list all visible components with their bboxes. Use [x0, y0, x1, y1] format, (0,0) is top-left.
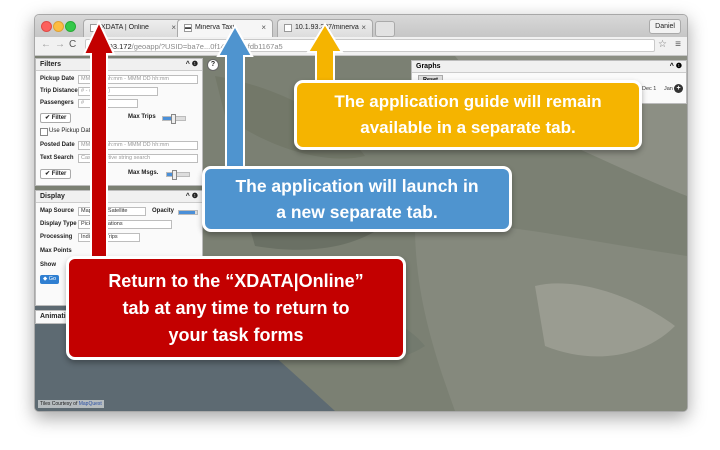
forward-icon[interactable]: → — [55, 39, 65, 50]
tab-label: Minerva Taxi — [195, 24, 235, 31]
page-icon — [284, 24, 292, 32]
callout-application-guide: The application guide will remain availa… — [294, 80, 642, 150]
text-search-label: Text Search — [40, 155, 74, 161]
use-pickup-date-label: Use Pickup Date — [49, 128, 94, 134]
map-attribution: Tiles Courtesy of MapQuest — [38, 400, 104, 408]
filter-actions-row: ✔ Filter Max Trips — [40, 113, 200, 124]
trip-distance-input[interactable]: # - # (miles) — [78, 87, 158, 96]
close-icon[interactable]: × — [261, 23, 266, 32]
url-host: 10.1.93.172 — [92, 42, 132, 51]
processing-row: Processing Individual Trips — [40, 233, 200, 243]
posted-date-label: Posted Date — [40, 142, 75, 148]
posted-date-row: Posted Date MMM DD hh:mm - MMM DD hh:mm — [40, 141, 200, 151]
user-profile-button[interactable]: Daniel — [649, 19, 681, 34]
menu-icon[interactable]: ≡ — [675, 39, 681, 50]
trip-distance-row: Trip Distance # - # (miles) — [40, 87, 200, 97]
callout-line: The application guide will remain — [334, 92, 602, 111]
display-panel-header: Display ^ ❶ — [36, 191, 202, 203]
max-msgs-slider-handle[interactable] — [172, 170, 177, 180]
collapse-info-icon[interactable]: ^ ❶ — [186, 191, 198, 202]
graph-axis-label-jan: Jan — [664, 86, 673, 92]
close-window-button[interactable] — [41, 21, 52, 32]
callout-return-to-xdata: Return to the “XDATA|Online” tab at any … — [66, 256, 406, 360]
text-search-row: Text Search Case-sensitive string search — [40, 154, 200, 164]
browser-toolbar: ← → C 10.1.93.172/geoapp/?USID=ba7e...0f… — [35, 37, 687, 56]
tab-xdata-online[interactable]: XDATA | Online × — [83, 19, 183, 37]
url-path: /geoapp/?USID=ba7e...0f1495f8aefdb1167a5 — [131, 42, 283, 51]
tab-minerva-taxi[interactable]: ▬ Minerva Taxi × — [177, 19, 273, 37]
graphs-panel-header: Graphs ^ ❶ — [412, 61, 686, 73]
maximize-window-button[interactable] — [65, 21, 76, 32]
display-type-row: Display Type Pickup Locations — [40, 220, 200, 230]
text-search-input[interactable]: Case-sensitive string search — [78, 154, 198, 163]
callout-line: tab at any time to return to — [122, 297, 350, 318]
filter-button-2[interactable]: ✔ Filter — [40, 169, 72, 179]
pickup-date-label: Pickup Date — [40, 76, 75, 82]
display-panel-title: Display — [40, 193, 65, 200]
tab-minerva-built[interactable]: 10.1.93.227/minerva/built/ × — [277, 19, 373, 37]
reload-icon[interactable]: C — [69, 39, 76, 50]
passengers-label: Passengers — [40, 100, 74, 106]
back-icon[interactable]: ← — [41, 39, 51, 50]
use-pickup-date-checkbox[interactable] — [40, 128, 48, 136]
graphs-panel-title: Graphs — [416, 63, 441, 70]
passengers-input[interactable]: # — [78, 99, 138, 108]
filters-panel-title: Filters — [40, 61, 62, 68]
callout-line: available in a separate tab. — [360, 118, 576, 137]
filter-button[interactable]: ✔ Filter — [40, 113, 72, 123]
callout-line: a new separate tab. — [276, 202, 438, 222]
show-label: Show — [40, 262, 56, 268]
pickup-date-row: Pickup Date MMM DD hh:mm - MMM DD hh:mm — [40, 75, 200, 85]
address-bar[interactable]: 10.1.93.172/geoapp/?USID=ba7e...0f1495f8… — [85, 39, 655, 52]
attribution-link[interactable]: MapQuest — [79, 401, 102, 407]
help-icon[interactable]: ? — [207, 59, 219, 71]
callout-line: your task forms — [168, 324, 304, 345]
max-trips-slider[interactable] — [162, 114, 186, 124]
tab-label: 10.1.93.227/minerva/built/ — [295, 24, 359, 31]
max-trips-slider-handle[interactable] — [171, 114, 176, 124]
opacity-slider-fill — [179, 211, 195, 214]
posted-date-input[interactable]: MMM DD hh:mm - MMM DD hh:mm — [78, 141, 198, 150]
filter-actions-row-2: ✔ Filter Max Msgs. — [40, 169, 200, 180]
zoom-in-icon[interactable]: + — [674, 84, 683, 93]
trip-distance-label: Trip Distance — [40, 88, 78, 94]
graph-axis-label-dec: Dec 1 — [642, 86, 657, 92]
filters-panel-header: Filters ^ ❶ — [36, 59, 202, 71]
taxi-icon: ▬ — [184, 24, 192, 32]
callout-line: Return to the “XDATA|Online” — [108, 270, 364, 291]
processing-label: Processing — [40, 234, 73, 240]
go-button[interactable]: ◆ Go — [40, 275, 60, 284]
map-source-select[interactable]: MapQuest Satellite — [78, 207, 146, 216]
opacity-slider[interactable] — [178, 210, 198, 215]
use-pickup-date-row: Use Pickup Date — [40, 127, 200, 137]
new-tab-button[interactable] — [375, 21, 395, 37]
minimize-window-button[interactable] — [53, 21, 64, 32]
collapse-info-icon[interactable]: ^ ❶ — [186, 59, 198, 70]
pickup-date-input[interactable]: MMM DD hh:mm - MMM DD hh:mm — [78, 75, 198, 84]
map-source-label: Map Source — [40, 208, 75, 214]
passengers-row: Passengers # — [40, 99, 200, 109]
max-msgs-label: Max Msgs. — [128, 170, 159, 176]
close-icon[interactable]: × — [171, 23, 176, 32]
attribution-text: Tiles Courtesy of — [40, 401, 79, 407]
collapse-info-icon[interactable]: ^ ❶ — [670, 61, 682, 72]
max-msgs-slider[interactable] — [166, 170, 190, 180]
callout-new-tab: The application will launch in a new sep… — [202, 166, 512, 232]
filters-panel: Filters ^ ❶ Pickup Date MMM DD hh:mm - M… — [35, 58, 203, 186]
max-trips-label: Max Trips — [128, 114, 156, 120]
display-type-select[interactable]: Pickup Locations — [78, 220, 172, 229]
opacity-label: Opacity — [152, 208, 175, 214]
bookmark-star-icon[interactable]: ☆ — [658, 39, 667, 50]
display-type-label: Display Type — [40, 221, 77, 227]
callout-line: The application will launch in — [235, 176, 479, 196]
map-source-row: Map Source MapQuest Satellite Opacity — [40, 207, 200, 217]
tab-bar: XDATA | Online × ▬ Minerva Taxi × 10.1.9… — [35, 15, 687, 37]
max-points-label: Max Points — [40, 248, 72, 254]
processing-select[interactable]: Individual Trips — [78, 233, 140, 242]
page-icon — [90, 24, 98, 32]
close-icon[interactable]: × — [361, 23, 366, 32]
tab-label: XDATA | Online — [101, 24, 149, 31]
